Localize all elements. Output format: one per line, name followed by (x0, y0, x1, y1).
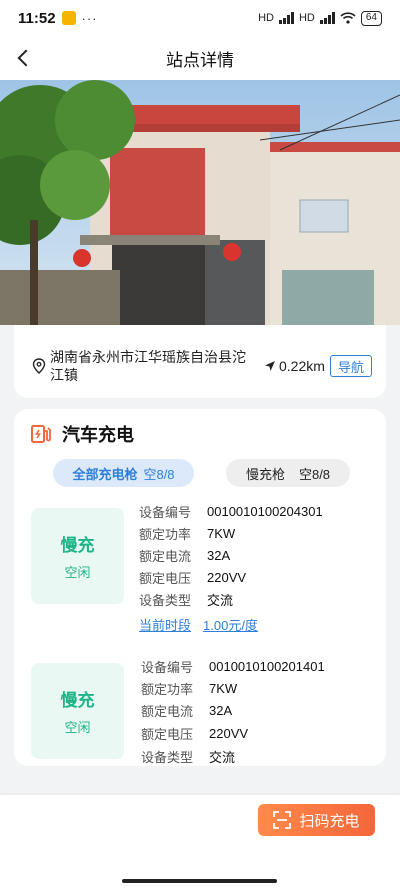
spec-value: 7KW (209, 680, 238, 696)
tab-all-label: 全部充电枪 (72, 466, 138, 482)
station-photo (0, 80, 400, 325)
spec-key: 设备编号 (141, 659, 194, 675)
tariff-link[interactable]: 当前时段 1.00元/度 (139, 615, 258, 634)
spec-value: 220VV (209, 725, 249, 741)
network-label-2: HD (298, 12, 315, 24)
device-type: 慢充 (60, 536, 95, 555)
spec-key: 设备编号 (139, 504, 192, 520)
tab-slow-count: 空8/8 (298, 466, 331, 482)
status-bar: 11:52 ··· HD HD 64 (0, 0, 400, 36)
navigation-arrow-icon (265, 361, 275, 371)
wifi-icon (340, 12, 356, 24)
tariff-label: 当前时段 (139, 618, 192, 633)
spec-value: 0010010100201401 (209, 658, 325, 674)
address-card: 湖南省永州市江华瑶族自治县沱江镇 0.22km 导航 (14, 325, 386, 398)
spec-row: 额定功率 7KW (139, 524, 235, 542)
spec-value: 7KW (207, 525, 236, 541)
spec-row: 额定电压 220VV (141, 724, 248, 742)
spec-value: 32A (207, 547, 231, 563)
nav-bar: 站点详情 (0, 36, 400, 80)
spec-row: 设备类型 交流 (139, 590, 233, 608)
spec-value: 交流 (209, 749, 236, 765)
spec-row: 设备编号 0010010100201401 (141, 657, 325, 675)
back-button[interactable] (10, 44, 38, 72)
device-status: 空闲 (64, 565, 91, 580)
spec-value: 220VV (207, 569, 247, 585)
network-label-1: HD (258, 12, 274, 24)
spec-row: 设备编号 0010010100204301 (139, 502, 323, 520)
battery-icon: 64 (360, 10, 382, 26)
scan-button-label: 扫码充电 (299, 812, 360, 830)
more-notifications-icon: ··· (81, 10, 98, 26)
tab-slow-label: 慢充枪 (245, 466, 285, 482)
spec-key: 额定功率 (141, 681, 194, 697)
tariff-value: 1.00元/度 (203, 618, 258, 633)
car-charging-card: 汽车充电 全部充电枪 空8/8 慢充枪 空8/8 慢充 空闲 设备编号 00100… (14, 409, 386, 766)
scan-frame-icon (273, 811, 292, 829)
tab-all-guns[interactable]: 全部充电枪 空8/8 (53, 459, 194, 487)
tab-slow-guns[interactable]: 慢充枪 空8/8 (226, 459, 350, 487)
section-title: 汽车充电 (62, 425, 134, 445)
status-left: 11:52 ··· (18, 10, 98, 27)
station-photo-illustration (0, 80, 400, 325)
spec-value: 交流 (207, 592, 234, 608)
home-indicator[interactable] (122, 879, 277, 883)
spec-key: 额定电压 (141, 726, 194, 742)
spec-key: 设备类型 (141, 749, 194, 765)
spec-key: 设备类型 (139, 592, 192, 608)
tab-all-count: 空8/8 (143, 466, 175, 482)
charging-station-icon (31, 425, 51, 443)
signal-1-icon (278, 12, 294, 24)
spec-key: 额定电流 (141, 703, 194, 719)
scan-to-charge-button[interactable]: 扫码充电 (258, 804, 375, 836)
chevron-left-icon (17, 49, 35, 67)
app-notification-icon (61, 11, 76, 25)
signal-2-icon (319, 12, 335, 24)
spec-key: 额定电流 (139, 548, 192, 564)
spec-key: 额定电压 (139, 570, 192, 586)
spec-value: 32A (209, 702, 233, 718)
spec-row: 额定电流 32A (141, 701, 232, 719)
station-address: 湖南省永州市江华瑶族自治县沱江镇 (50, 349, 246, 383)
device-status: 空闲 (64, 720, 91, 735)
spec-key: 额定功率 (139, 526, 192, 542)
location-pin-icon (32, 358, 46, 374)
navigate-button[interactable]: 导航 (330, 355, 372, 377)
distance-info: 0.22km (264, 358, 325, 374)
device-status-badge: 慢充 空闲 (31, 508, 124, 604)
page-title: 站点详情 (166, 50, 234, 70)
device-status-badge: 慢充 空闲 (31, 663, 124, 759)
distance-value: 0.22km (279, 358, 325, 374)
spec-value: 0010010100204301 (207, 503, 323, 519)
section-header: 汽车充电 (30, 421, 134, 447)
status-right: HD HD 64 (258, 10, 382, 26)
spec-row: 额定功率 7KW (141, 679, 237, 697)
status-time: 11:52 (18, 9, 56, 27)
bottom-action-bar: 扫码充电 (0, 795, 400, 889)
spec-row: 额定电流 32A (139, 546, 230, 564)
spec-row: 设备类型 交流 (141, 747, 235, 765)
device-type: 慢充 (60, 691, 95, 710)
spec-row: 额定电压 220VV (139, 568, 246, 586)
